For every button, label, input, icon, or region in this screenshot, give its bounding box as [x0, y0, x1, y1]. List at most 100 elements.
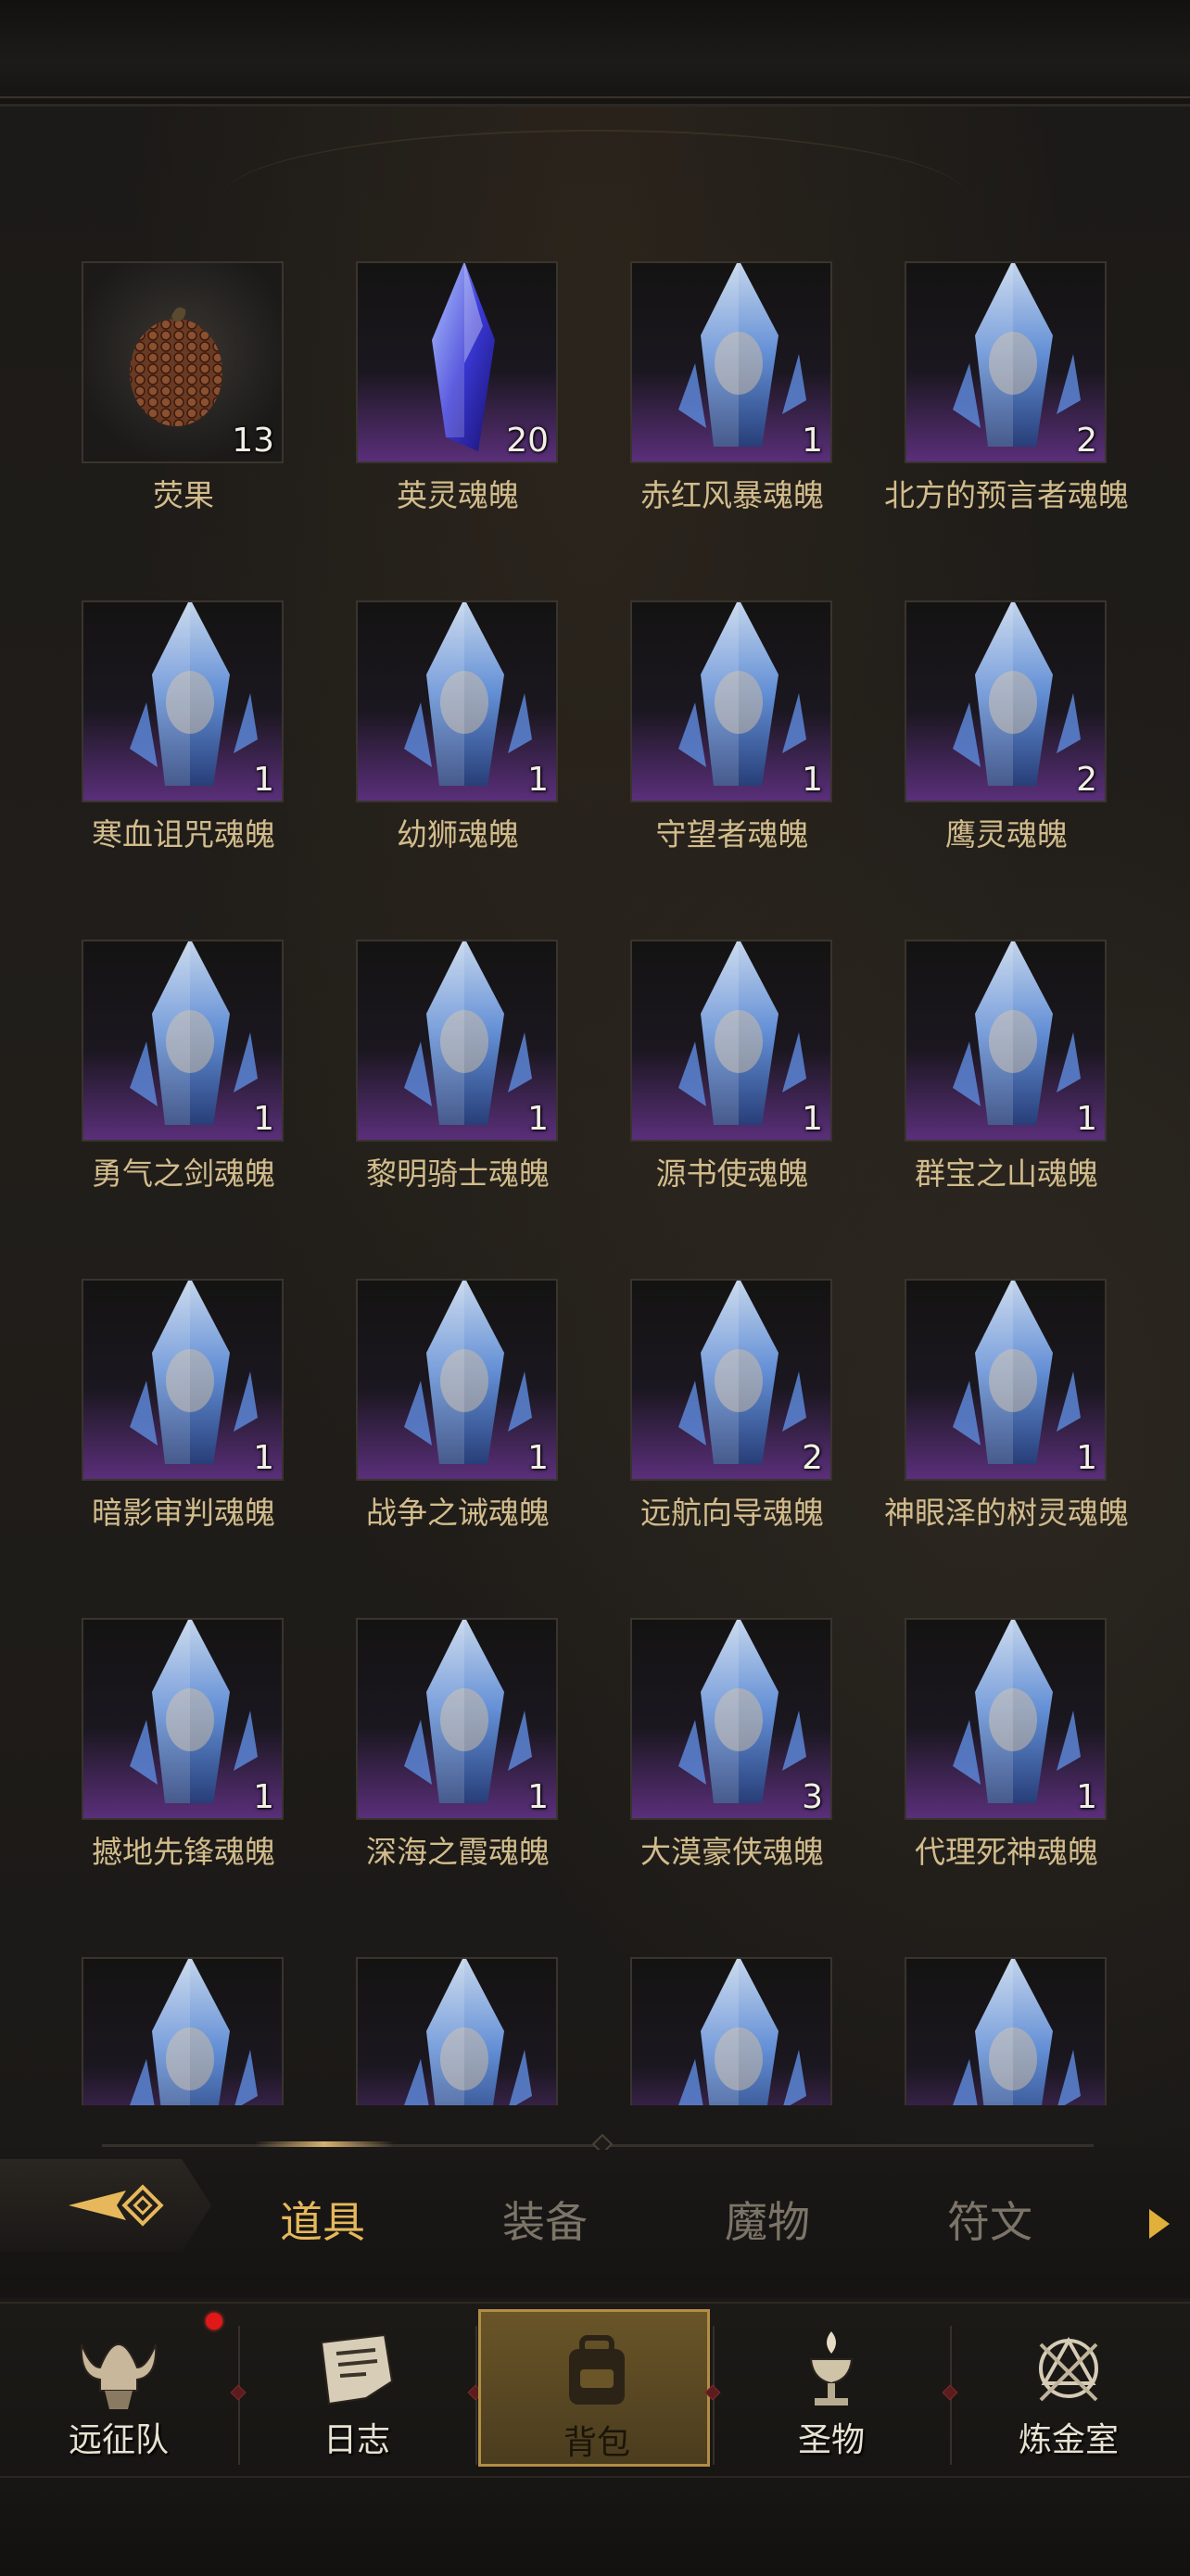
inventory-item[interactable]: 1 赤红风暴魂魄 — [549, 261, 832, 539]
item-count: 2 — [1076, 422, 1097, 460]
item-count: 1 — [527, 1439, 549, 1477]
soul-crystal-icon — [404, 1620, 532, 1803]
inventory-item[interactable]: 20 英灵魂魄 — [274, 261, 558, 539]
item-tile[interactable]: 1 — [82, 600, 284, 802]
item-tile[interactable]: 1 — [630, 940, 832, 1142]
nav-divider — [475, 2326, 477, 2465]
tab-items[interactable]: 道具 — [239, 2189, 406, 2250]
item-count: 1 — [1076, 1439, 1097, 1477]
inventory-item[interactable]: 1 群宝之山魂魄 — [823, 940, 1107, 1218]
inventory-item[interactable]: 1 深海之霞魂魄 — [274, 1618, 558, 1896]
item-tile[interactable]: 1 — [630, 261, 832, 463]
item-tile[interactable]: 2 — [905, 261, 1107, 463]
alchemy-icon — [1039, 2336, 1098, 2402]
back-button[interactable] — [0, 2159, 211, 2252]
item-name: 神眼泽的树灵魂魄 — [884, 1495, 1129, 1531]
item-count: 1 — [527, 1100, 549, 1138]
item-count: 2 — [1076, 761, 1097, 799]
inventory-item[interactable]: 1 源书使魂魄 — [549, 940, 832, 1218]
inventory-item[interactable]: 1 勇气之剑魂魄 — [0, 940, 284, 1218]
inventory-item[interactable]: 3 大漠豪侠魂魄 — [549, 1618, 832, 1896]
inventory-item[interactable]: 13 荧果 — [0, 261, 284, 539]
soul-crystal-icon — [130, 941, 258, 1125]
soul-crystal-icon — [953, 263, 1081, 447]
soul-crystal-icon — [678, 941, 806, 1125]
item-count: 13 — [232, 422, 274, 460]
item-count: 20 — [506, 422, 549, 460]
inventory-item[interactable]: 1 撼地先锋魂魄 — [0, 1618, 284, 1896]
item-name: 群宝之山魂魄 — [915, 1155, 1098, 1192]
inventory-item[interactable]: 2 北方的预言者魂魄 — [823, 261, 1129, 539]
item-count: 1 — [527, 761, 549, 799]
inventory-item[interactable]: 1 寒血诅咒魂魄 — [0, 600, 284, 878]
nav-relics[interactable]: 圣物 — [715, 2309, 947, 2467]
item-tile[interactable]: 1 — [82, 1279, 284, 1481]
item-name: 代理死神魂魄 — [915, 1834, 1098, 1870]
item-count: 2 — [802, 1439, 823, 1477]
item-tile[interactable]: 2 — [630, 1279, 832, 1481]
backpack-icon — [569, 2335, 625, 2405]
item-tile[interactable]: 1 — [356, 1279, 558, 1481]
item-tile[interactable]: 20 — [356, 261, 558, 463]
item-tile[interactable]: 1 — [82, 1618, 284, 1820]
inventory-item[interactable] — [274, 1957, 558, 2105]
item-tile[interactable]: 2 — [905, 600, 1107, 802]
viking-helmet-icon — [80, 2342, 158, 2409]
item-count: 1 — [253, 1100, 274, 1138]
item-count: 3 — [802, 1778, 823, 1816]
inventory-item[interactable]: 1 战争之诫魂魄 — [274, 1279, 558, 1557]
inventory-item[interactable]: 1 幼狮魂魄 — [274, 600, 558, 878]
back-arrow-icon — [69, 2184, 164, 2227]
item-tile[interactable] — [905, 1957, 1107, 2105]
nav-divider — [238, 2326, 240, 2465]
tab-equipment[interactable]: 装备 — [462, 2189, 628, 2250]
nav-label: 背包 — [563, 2424, 630, 2462]
soul-crystal-icon — [130, 602, 258, 786]
inventory-item[interactable]: 2 鹰灵魂魄 — [823, 600, 1107, 878]
item-tile[interactable]: 1 — [356, 600, 558, 802]
item-tile[interactable]: 1 — [905, 1618, 1107, 1820]
inventory-item[interactable]: 1 守望者魂魄 — [549, 600, 832, 878]
inventory-grid: 13 荧果 20 英灵魂魄 1 赤红风暴魂魄 2 北方的预言者魂魄 1 寒血诅咒魂魄 1 幼狮魂魄 1 守… — [0, 0, 1190, 2105]
item-count: 1 — [253, 1778, 274, 1816]
nav-expedition[interactable]: 远征队 — [3, 2309, 234, 2467]
nav-log[interactable]: 日志 — [241, 2309, 473, 2467]
item-count: 1 — [802, 422, 823, 460]
nav-divider — [713, 2326, 715, 2465]
nav-label: 日志 — [323, 2421, 390, 2459]
item-tile[interactable]: 1 — [905, 940, 1107, 1142]
tab-runes[interactable]: 符文 — [906, 2189, 1073, 2250]
item-tile[interactable]: 1 — [356, 940, 558, 1142]
soul-crystal-icon — [678, 1959, 806, 2105]
nav-alchemy[interactable]: 炼金室 — [953, 2309, 1184, 2467]
item-tile[interactable]: 1 — [356, 1618, 558, 1820]
nav-label: 圣物 — [797, 2421, 865, 2459]
item-tile[interactable] — [356, 1957, 558, 2105]
item-tile[interactable]: 1 — [82, 940, 284, 1142]
soul-crystal-icon — [404, 941, 532, 1125]
inventory-item[interactable]: 1 代理死神魂魄 — [823, 1618, 1107, 1896]
inventory-item[interactable]: 1 暗影审判魂魄 — [0, 1279, 284, 1557]
next-arrow-icon[interactable] — [1149, 2209, 1170, 2239]
item-count: 1 — [802, 1100, 823, 1138]
item-name: 北方的预言者魂魄 — [884, 477, 1129, 513]
item-tile[interactable]: 1 — [630, 600, 832, 802]
nav-backpack[interactable]: 背包 — [478, 2309, 710, 2467]
soul-crystal-icon — [130, 1959, 258, 2105]
soul-crystal-icon — [953, 602, 1081, 786]
item-tile[interactable]: 1 — [905, 1279, 1107, 1481]
inventory-item[interactable] — [823, 1957, 1107, 2105]
item-tile[interactable]: 3 — [630, 1618, 832, 1820]
item-tile[interactable]: 13 — [82, 261, 284, 463]
scroll-thumb[interactable] — [255, 2141, 394, 2147]
inventory-item[interactable]: 1 黎明骑士魂魄 — [274, 940, 558, 1218]
item-tile[interactable] — [630, 1957, 832, 2105]
soul-crystal-icon — [953, 1281, 1081, 1464]
soul-crystal-icon — [953, 941, 1081, 1125]
item-tile[interactable] — [82, 1957, 284, 2105]
inventory-item[interactable] — [0, 1957, 284, 2105]
inventory-item[interactable] — [549, 1957, 832, 2105]
inventory-item[interactable]: 1 神眼泽的树灵魂魄 — [823, 1279, 1129, 1557]
inventory-item[interactable]: 2 远航向导魂魄 — [549, 1279, 832, 1557]
tab-monsters[interactable]: 魔物 — [684, 2189, 851, 2250]
